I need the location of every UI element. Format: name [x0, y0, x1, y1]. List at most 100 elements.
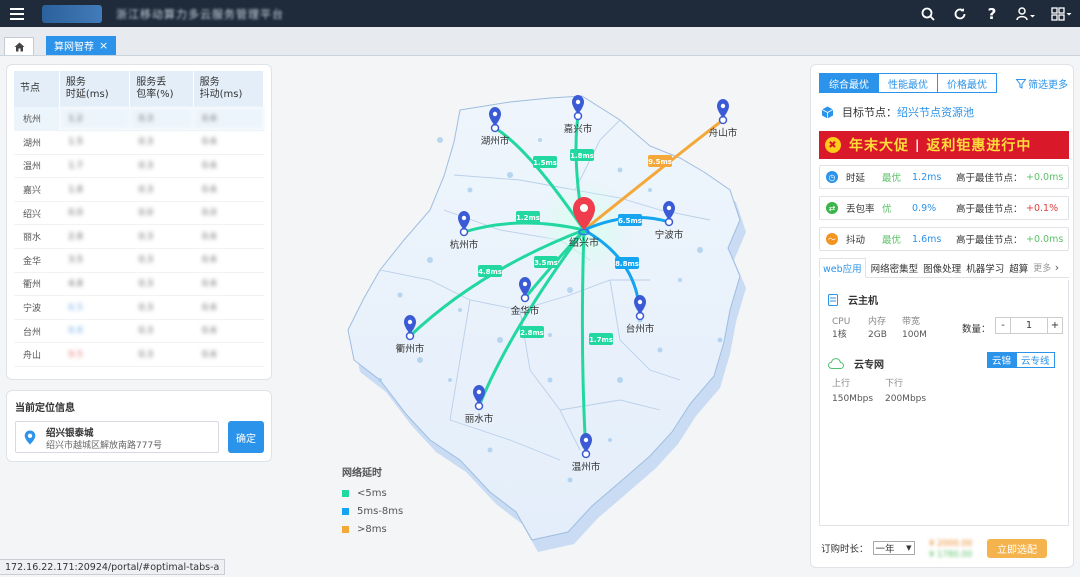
metric-compare-label: 高于最佳节点： [956, 204, 1023, 215]
cell-lat: 1.7 [59, 154, 130, 179]
latency-chip: 3.5ms [534, 256, 558, 268]
refresh-icon[interactable] [944, 0, 976, 27]
service-more-link[interactable]: 更多 › [1033, 261, 1059, 274]
city-marker[interactable]: 舟山市 [709, 99, 738, 139]
decorative-dot [717, 337, 723, 343]
promo-banner[interactable]: ✖ 年末大促 | 返利钜惠进行中 [819, 131, 1069, 159]
table-row[interactable]: 嘉兴 1.8 0.3 0.6 [14, 177, 264, 202]
table-row[interactable]: 台州 8.8 0.3 0.6 [14, 319, 264, 344]
cell-node: 台州 [14, 319, 60, 344]
location-field[interactable]: 绍兴银泰城 绍兴市越城区解放南路777号 [15, 421, 219, 453]
decorative-dot [617, 377, 623, 383]
cell-lat: 3.5 [59, 248, 130, 273]
city-label: 湖州市 [481, 135, 510, 147]
latency-chip-text: 9.5ms [648, 158, 672, 166]
location-name: 绍兴银泰城 [46, 428, 94, 439]
legend-label: <5ms [357, 487, 387, 499]
cell-jit: 0.6 [193, 224, 264, 250]
node-metrics-panel: 节点 服务 时延(ms) 服务丢 包率(%) 服务 抖动(ms) 杭州 1.2 0.3 0.6 湖州… [6, 64, 272, 380]
close-icon[interactable]: × [99, 39, 108, 52]
confirm-button[interactable]: 确定 [228, 421, 264, 453]
opt-tab[interactable]: 综合最优 [819, 73, 879, 93]
user-icon[interactable] [1008, 0, 1044, 27]
latency-chip: 1.7ms [589, 333, 613, 345]
table-row[interactable]: 绍兴 0.0 0.0 0.0 [14, 201, 264, 226]
table-row[interactable]: 丽水 2.8 0.3 0.6 [14, 224, 264, 250]
price-original: ¥ 2000.00 [929, 539, 973, 549]
latency-chip: 1.5ms [533, 156, 557, 168]
latency-chip: 1.8ms [570, 149, 594, 161]
latency-chip: 2.8ms [520, 326, 544, 338]
location-pin-icon [24, 430, 36, 445]
cube-icon [821, 106, 834, 118]
service-type-tabs: web应用 网络密集型 图像处理 机器学习 超算 更多 › [819, 258, 1069, 278]
location-title: 当前定位信息 [15, 403, 75, 414]
table-row[interactable]: 湖州 1.5 0.3 0.6 [14, 130, 264, 155]
quantity-input[interactable]: 1 [1010, 318, 1048, 333]
price-discount: ¥ 1780.00 [929, 550, 973, 560]
pin-dot [720, 103, 726, 109]
latency-legend: 网络延时 <5ms 5ms-8ms >8ms [342, 464, 403, 538]
promo-badge-icon: ✖ [825, 137, 841, 153]
purchase-row: 订购时长： 一年 ▼ ¥ 2000.00 ¥ 1780.00 立即选配 [821, 536, 1069, 560]
service-tab[interactable]: 超算 [1009, 261, 1028, 275]
home-icon[interactable] [4, 37, 34, 55]
city-label: 台州市 [626, 323, 655, 335]
table-row[interactable]: 舟山 9.5 0.3 0.6 [14, 342, 264, 368]
cell-node: 温州 [14, 154, 60, 179]
service-tab[interactable]: 图像处理 [923, 261, 961, 275]
pin-dot [476, 389, 482, 395]
table-row[interactable]: 温州 1.7 0.3 0.6 [14, 154, 264, 179]
cell-loss: 0.3 [129, 177, 194, 202]
city-label: 舟山市 [709, 127, 738, 139]
cell-loss: 0.3 [129, 107, 194, 132]
service-tab[interactable]: 机器学习 [966, 261, 1004, 275]
pin-dot [637, 299, 643, 305]
legend-items: <5ms 5ms-8ms >8ms [342, 484, 403, 538]
menu-icon[interactable] [0, 0, 34, 27]
pin-dot [575, 99, 581, 105]
service-tab[interactable]: web应用 [819, 258, 866, 278]
search-icon[interactable] [912, 0, 944, 27]
cell-node: 衢州 [14, 272, 60, 297]
cell-jit: 0.6 [193, 272, 264, 297]
configure-now-button[interactable]: 立即选配 [987, 539, 1047, 558]
apps-grid-icon[interactable] [1044, 0, 1080, 27]
table-row[interactable]: 金华 3.5 0.3 0.6 [14, 248, 264, 273]
metric-row: 〜 抖动 最优 1.6ms 高于最佳节点： +0.0ms [819, 227, 1069, 251]
duration-select[interactable]: 一年 ▼ [872, 541, 915, 555]
table-row[interactable]: 杭州 1.2 0.3 0.6 [14, 107, 264, 132]
opt-tab[interactable]: 价格最优 [938, 73, 997, 93]
cell-lat: 8.8 [59, 319, 130, 344]
chevron-right-icon: › [1051, 261, 1060, 274]
filter-more-link[interactable]: 筛选更多 [1016, 76, 1068, 91]
quantity-plus-button[interactable]: + [1048, 318, 1062, 333]
help-icon[interactable]: ? [976, 0, 1008, 27]
pin-dot [407, 319, 413, 325]
table-body: 杭州 1.2 0.3 0.6 湖州 1.5 0.3 0.6 温州 1.7 0.3 0.6 嘉兴 1.8 0.… [14, 107, 264, 368]
cell-loss: 0.3 [129, 342, 194, 368]
cell-node: 绍兴 [14, 201, 60, 226]
table-row[interactable]: 宁波 6.5 0.3 0.6 [14, 295, 264, 320]
spec-value: 2GB [868, 330, 887, 340]
cell-loss: 0.3 [129, 295, 194, 320]
decorative-dot [467, 187, 473, 193]
network-mode-option[interactable]: 云锦 [987, 352, 1017, 368]
node-metrics-table: 节点 服务 时延(ms) 服务丢 包率(%) 服务 抖动(ms) 杭州 1.2 0.3 0.6 湖州… [14, 71, 265, 368]
decorative-dot [397, 292, 403, 298]
network-mode-option[interactable]: 云专线 [1016, 352, 1055, 368]
metric-value: 1.6ms [912, 233, 942, 245]
tab-optimal-recommend[interactable]: 算网智荐 × [46, 36, 117, 55]
city-label: 宁波市 [655, 229, 684, 241]
target-value[interactable]: 绍兴节点资源池 [897, 106, 974, 119]
quantity-minus-button[interactable]: - [996, 318, 1010, 333]
opt-tab[interactable]: 性能最优 [879, 73, 938, 93]
metric-value: 0.9% [912, 202, 937, 214]
table-row[interactable]: 衢州 4.8 0.3 0.6 [14, 272, 264, 297]
decorative-dot [608, 438, 612, 442]
header-line-1: 服务丢 [136, 77, 167, 88]
service-tab[interactable]: 网络密集型 [871, 261, 919, 275]
cell-lat: 0.0 [59, 201, 130, 226]
cloud-icon [828, 358, 844, 369]
latency-chip-text: 6.5ms [618, 217, 642, 225]
